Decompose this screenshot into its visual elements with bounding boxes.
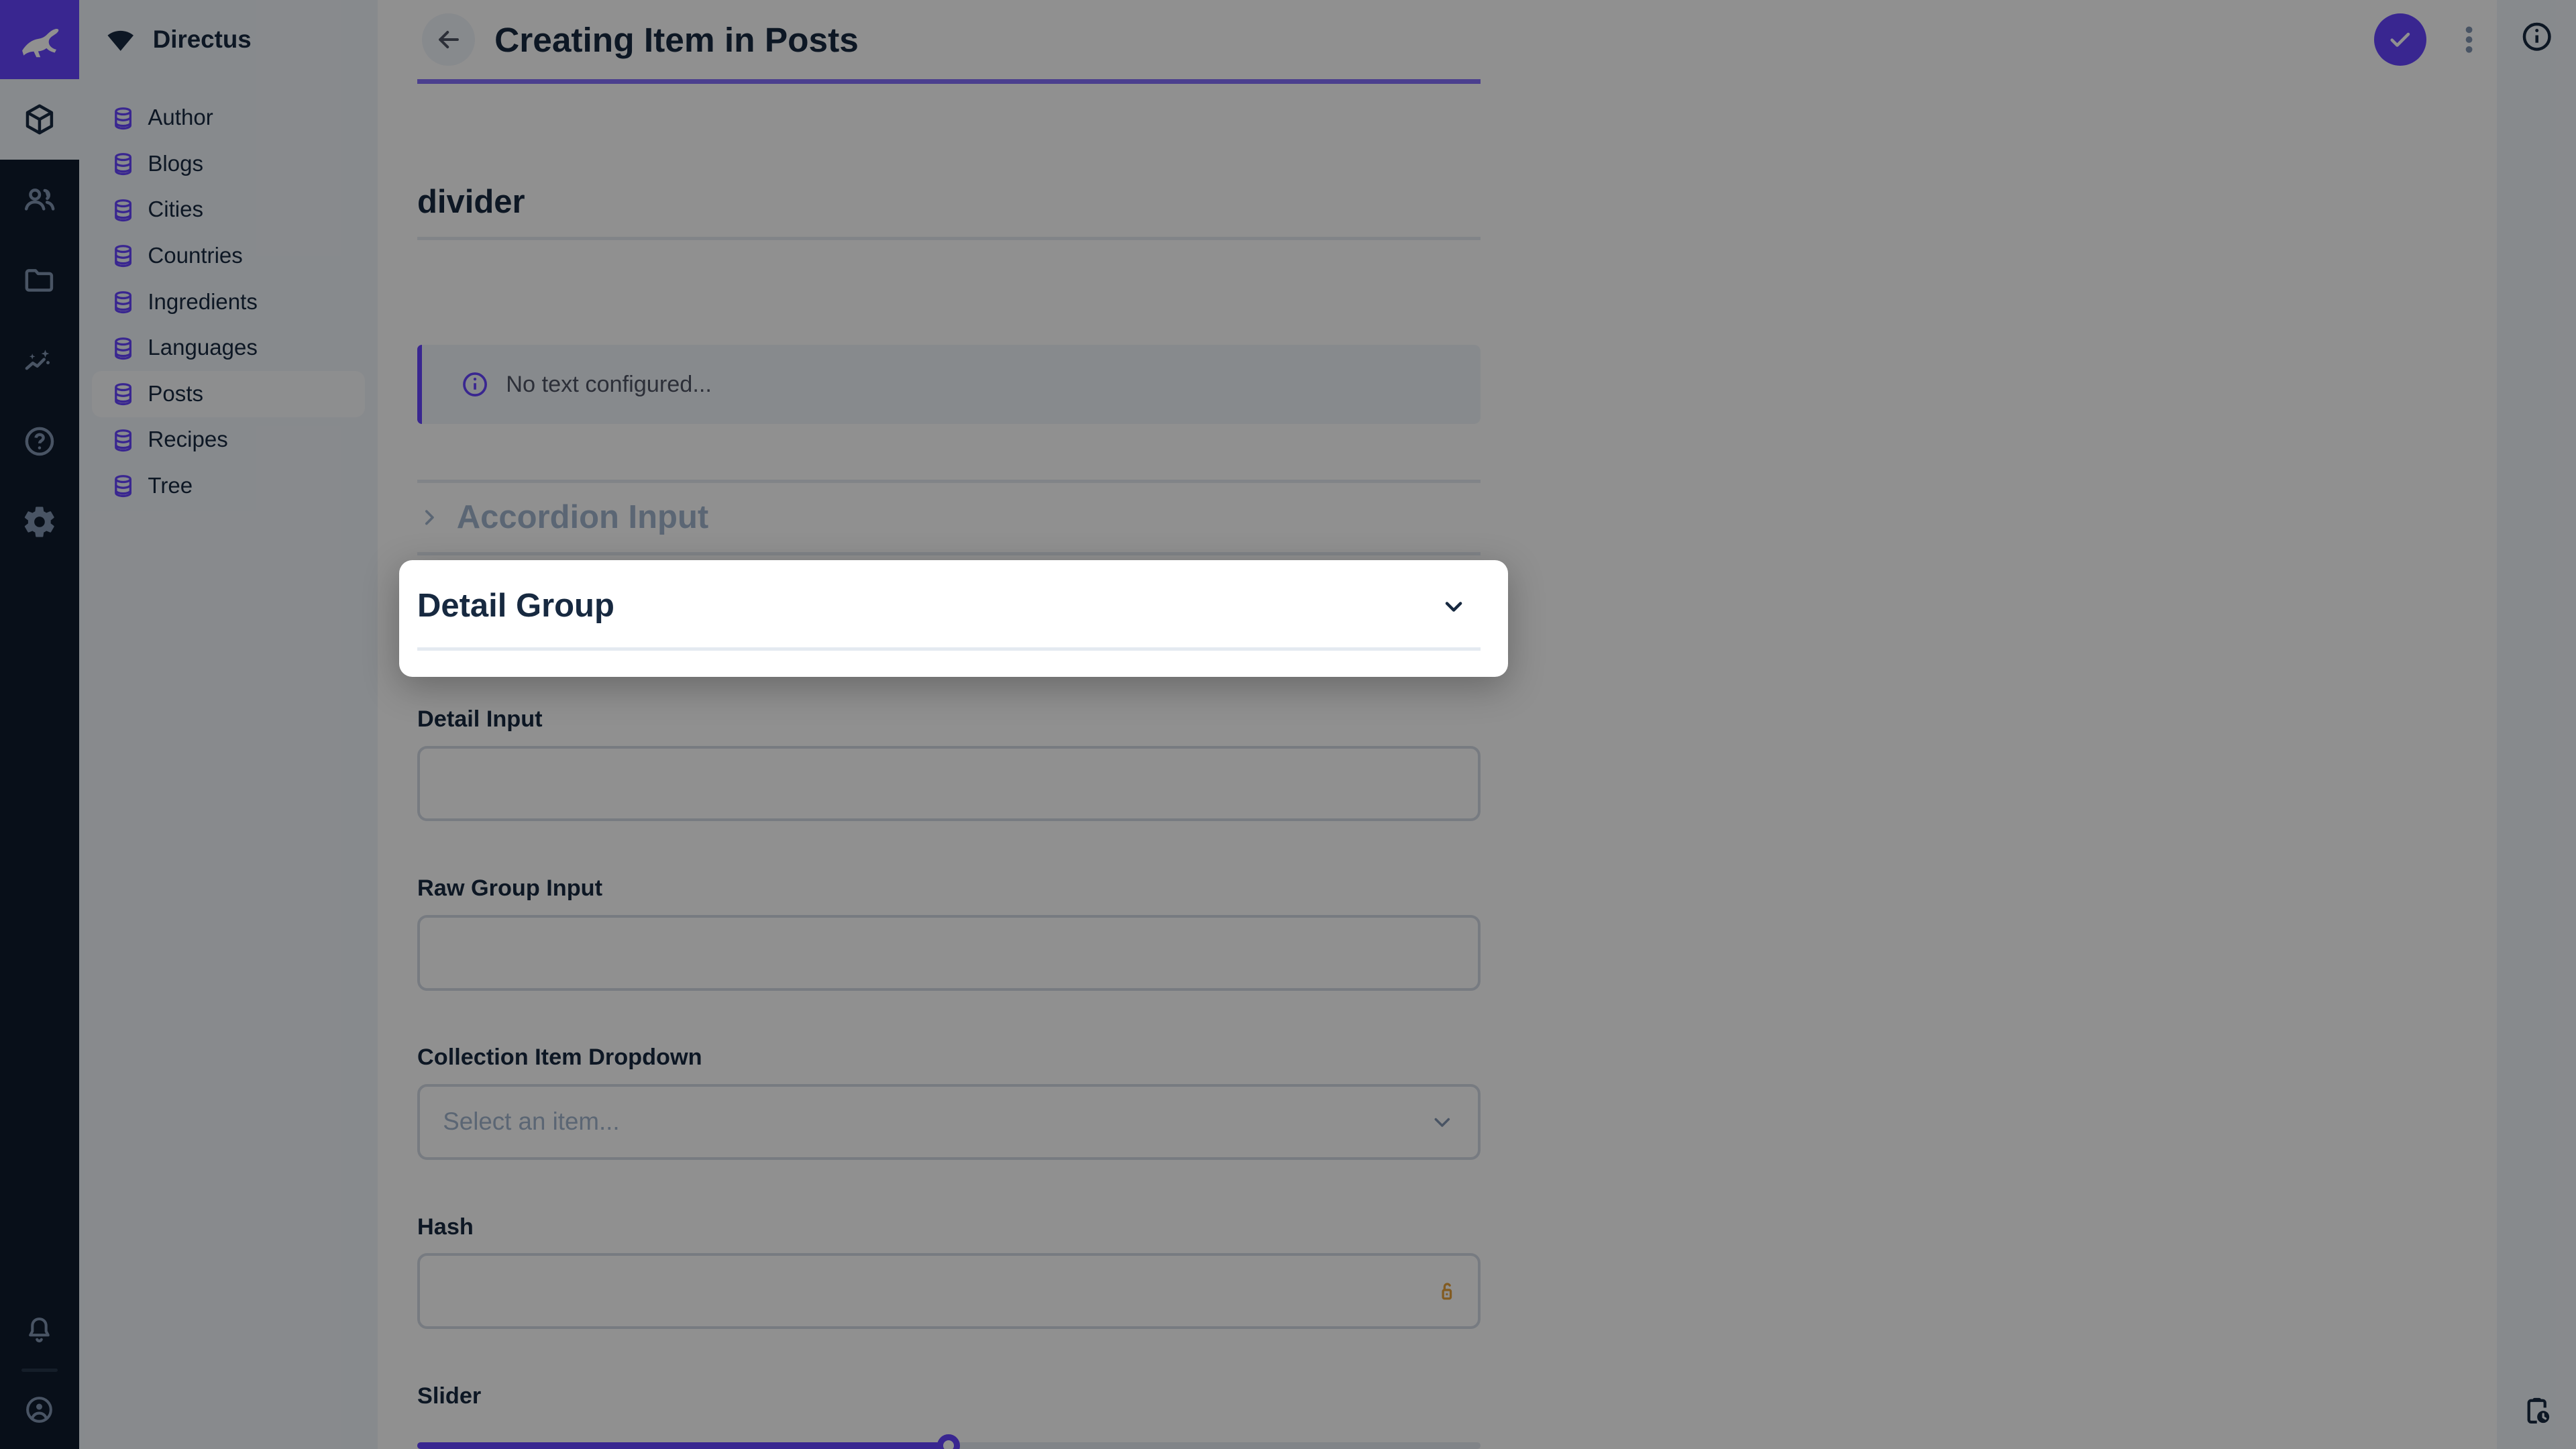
dim-overlay (0, 0, 2576, 1449)
detail-group-card: Detail Group (399, 560, 1508, 677)
detail-group-divider (417, 647, 1480, 651)
detail-group-header[interactable]: Detail Group (399, 560, 1508, 626)
detail-group-title: Detail Group (417, 586, 614, 626)
app-window: Directus AuthorBlogsCitiesCountriesIngre… (0, 0, 2576, 1449)
chevron-down-icon (1439, 592, 1468, 621)
